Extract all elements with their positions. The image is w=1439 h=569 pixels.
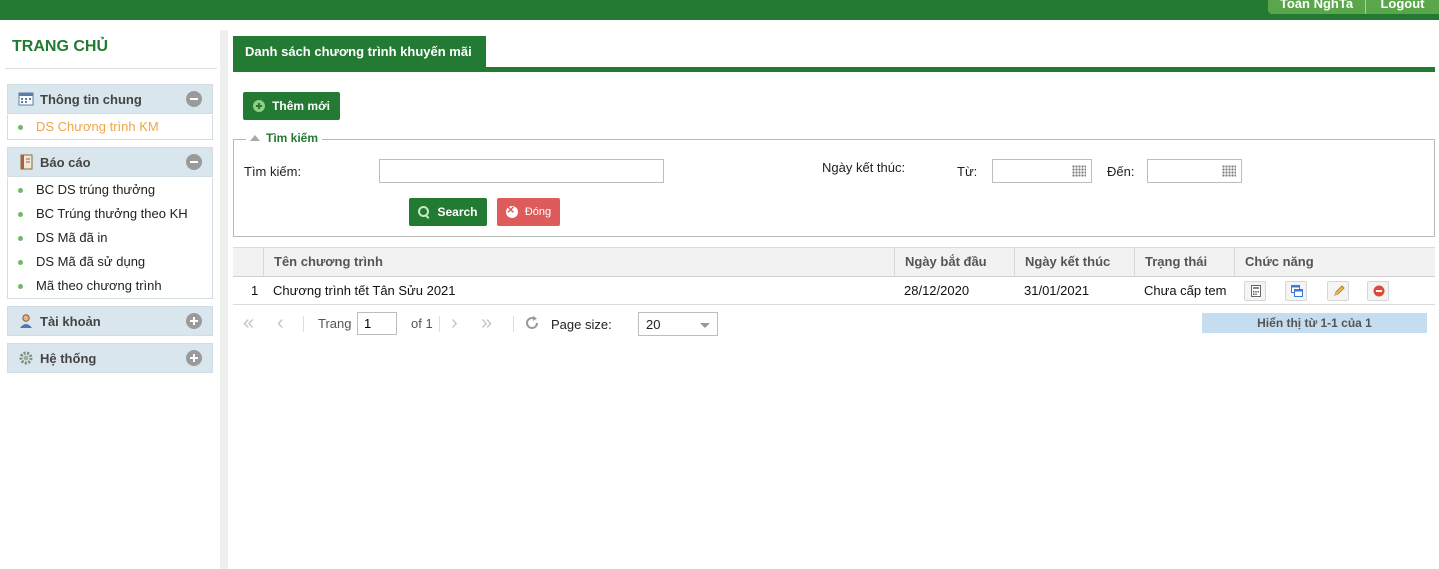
sidebar-group-thong-tin-chung[interactable]: Thông tin chung [7,84,213,114]
user-name-button[interactable]: Toàn NghTa [1268,0,1366,14]
prev-page-icon[interactable]: ‹ [277,312,284,335]
calendar-icon[interactable] [1072,165,1086,177]
to-date-field[interactable] [1147,159,1242,183]
table-row[interactable]: 1 Chương trình tết Tân Sửu 2021 28/12/20… [233,277,1435,305]
table-header: Tên chương trình Ngày bắt đầu Ngày kết t… [233,247,1435,277]
column-header-status[interactable]: Trạng thái [1134,248,1234,276]
search-button[interactable]: Search [409,198,487,226]
gear-icon [18,350,34,366]
row-index: 1 [251,283,259,298]
last-page-icon[interactable]: » [481,312,492,335]
end-date-label: Ngày kết thúc: [822,160,906,175]
paging-info: Hiển thị từ 1-1 của 1 [1202,313,1427,333]
start-date-cell: 28/12/2020 [904,283,970,298]
sidebar-title[interactable]: TRANG CHỦ [12,38,108,56]
column-header-actions: Chức năng [1234,248,1435,276]
close-button[interactable]: Đóng [497,198,560,226]
collapse-icon[interactable] [186,154,202,170]
calculator-button[interactable] [1244,281,1266,301]
report-book-icon [18,154,34,170]
first-page-icon[interactable]: « [243,312,254,335]
program-table: Tên chương trình Ngày bắt đầu Ngày kết t… [233,247,1435,305]
expand-icon[interactable] [186,313,202,329]
page-size-value: 20 [646,317,661,332]
calendar-icon[interactable] [1222,165,1236,177]
windows-icon [1291,285,1303,297]
search-panel-title: Tìm kiếm [266,131,319,145]
pagination-bar: « ‹ Trang of 1 › » Page size: 20 Hiển th… [233,310,1435,338]
windows-button[interactable] [1285,281,1307,301]
collapse-triangle-icon [250,135,260,141]
refresh-icon[interactable] [523,314,541,335]
status-cell: Chưa cấp tem [1144,283,1227,298]
close-icon [505,202,518,218]
sidebar-group-tai-khoan[interactable]: Tài khoản [7,306,213,336]
add-icon [253,100,266,112]
column-header-index [233,248,263,276]
column-header-end[interactable]: Ngày kết thúc [1014,248,1134,276]
page-count-label: of 1 [411,316,433,331]
add-new-button[interactable]: Thêm mới [243,92,340,120]
end-date-cell: 31/01/2021 [1024,283,1090,298]
pager-divider [513,316,514,332]
search-panel-legend[interactable]: Tìm kiếm [246,131,323,145]
pager-divider [439,316,440,332]
from-label: Từ: [957,164,978,179]
page-size-label: Page size: [551,317,612,332]
top-user-area: Toàn NghTa Logout [1268,0,1439,14]
sidebar-splitter[interactable] [220,30,228,569]
delete-icon [1373,285,1385,297]
pager-divider [303,316,304,332]
sidebar-group-he-thong[interactable]: Hệ thống [7,343,213,373]
sidebar-group-label: Báo cáo [40,154,91,170]
page-number-input[interactable] [357,312,397,335]
user-icon [18,313,34,329]
sidebar-divider [5,68,217,69]
sidebar: TRANG CHỦ Thông tin chung DS Chương trìn… [0,30,220,569]
sidebar-item-ds-chuong-trinh-km[interactable]: DS Chương trình KM [8,115,212,139]
sidebar-item-bc-ds-trung-thuong[interactable]: BC DS trúng thưởng [8,178,212,202]
tab-bar: Danh sách chương trình khuyến mãi [233,36,1435,72]
sidebar-item-ds-ma-da-in[interactable]: DS Mã đã in [8,226,212,250]
sidebar-group-body: DS Chương trình KM [7,115,213,140]
tab-danh-sach-chuong-trinh[interactable]: Danh sách chương trình khuyến mãi [233,36,486,67]
column-header-name[interactable]: Tên chương trình [263,248,894,276]
page-label: Trang [318,316,352,331]
search-label: Tìm kiếm: [244,164,302,179]
calculator-icon [1251,285,1261,297]
expand-icon[interactable] [186,350,202,366]
search-input[interactable] [379,159,664,183]
sidebar-group-label: Tài khoản [40,313,101,329]
add-new-label: Thêm mới [272,99,330,113]
page-size-select[interactable]: 20 [638,312,718,336]
logout-button[interactable]: Logout [1366,0,1439,14]
sidebar-item-ma-theo-chuong-trinh[interactable]: Mã theo chương trình [8,274,212,298]
pencil-icon [1334,285,1345,296]
delete-button[interactable] [1367,281,1389,301]
top-bar [0,0,1439,20]
to-label: Đến: [1107,164,1135,179]
sidebar-group-body: BC DS trúng thưởng BC Trúng thưởng theo … [7,178,213,299]
collapse-icon[interactable] [186,91,202,107]
search-button-label: Search [437,205,478,219]
sidebar-group-label: Hệ thống [40,350,97,366]
edit-button[interactable] [1327,281,1349,301]
sidebar-group-label: Thông tin chung [40,91,142,107]
column-header-start[interactable]: Ngày bắt đầu [894,248,1014,276]
sidebar-group-bao-cao[interactable]: Báo cáo [7,147,213,177]
sidebar-item-ds-ma-da-su-dung[interactable]: DS Mã đã sử dụng [8,250,212,274]
calendar-icon [18,91,34,107]
close-button-label: Đóng [524,206,552,218]
from-date-field[interactable] [992,159,1092,183]
sidebar-item-bc-trung-thuong-theo-kh[interactable]: BC Trúng thưởng theo KH [8,202,212,226]
next-page-icon[interactable]: › [451,312,458,335]
search-icon [418,206,430,218]
program-name-cell: Chương trình tết Tân Sửu 2021 [273,283,456,298]
chevron-down-icon [700,323,710,328]
